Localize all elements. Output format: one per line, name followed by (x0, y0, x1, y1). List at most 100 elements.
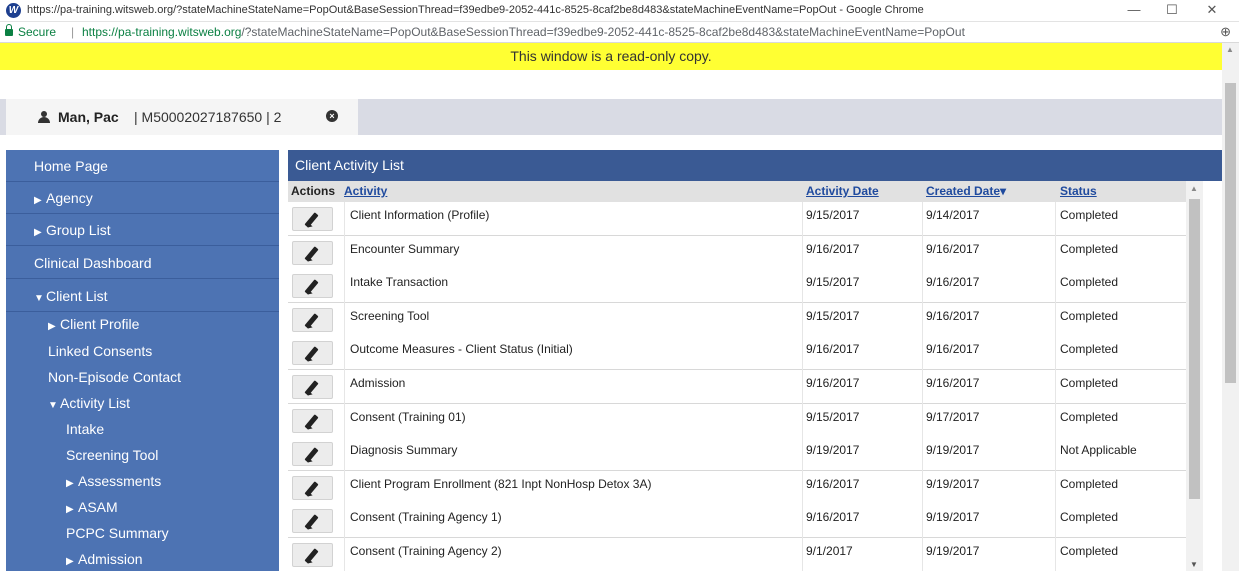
cell-divider (922, 336, 923, 371)
zoom-icon[interactable]: ⊕ (1220, 24, 1231, 40)
table-row[interactable]: Consent (Training Agency 1) 9/16/2017 9/19… (288, 504, 1188, 539)
scroll-down-icon[interactable]: ▼ (1190, 560, 1198, 569)
sidebar-item-asam[interactable]: ▶ ASAM (66, 499, 118, 515)
sort-link-activity-date[interactable]: Activity Date (806, 184, 879, 198)
sidebar-item-label: Agency (46, 190, 93, 206)
sidebar-item-label: PCPC Summary (66, 525, 169, 541)
sidebar-item-home[interactable]: Home Page (6, 150, 279, 182)
cell-status: Completed (1060, 376, 1119, 390)
table-row[interactable]: Client Information (Profile) 9/15/2017 9/1… (288, 202, 1188, 236)
cell-activity-date: 9/15/2017 (806, 275, 860, 290)
column-header-activity-date[interactable]: Activity Date (802, 181, 922, 202)
sidebar-item-label: Home Page (34, 158, 108, 174)
url-text[interactable]: https://pa-training.witsweb.org/?stateMa… (82, 25, 965, 39)
sidebar-item-label: Linked Consents (48, 343, 153, 359)
sidebar-item-assessments[interactable]: ▶ Assessments (66, 473, 161, 489)
cell-divider (344, 269, 345, 304)
sort-link-status[interactable]: Status (1060, 184, 1097, 198)
cell-divider (802, 370, 803, 404)
address-bar[interactable]: Secure | https://pa-training.witsweb.org… (0, 22, 1239, 43)
sidebar-item-screening-tool[interactable]: Screening Tool (66, 447, 158, 463)
table-row[interactable]: Encounter Summary 9/16/2017 9/16/2017 Compl… (288, 235, 1188, 270)
minimize-button[interactable]: — (1117, 0, 1151, 22)
cell-activity: Consent (Training Agency 2) (350, 544, 502, 558)
sort-link-created-date[interactable]: Created Date (926, 184, 1000, 198)
cell-status: Completed (1060, 342, 1119, 357)
cell-status: Completed (1060, 476, 1119, 491)
table-row[interactable]: Screening Tool 9/15/2017 9/16/2017 Complete… (288, 302, 1188, 337)
sidebar-item-label: Client Profile (60, 316, 140, 332)
sidebar-item-client-profile[interactable]: ▶ Client Profile (48, 316, 139, 332)
sidebar-item-clinical-dashboard[interactable]: Clinical Dashboard (6, 247, 279, 279)
column-header-activity[interactable]: Activity (344, 181, 802, 202)
cell-divider (1055, 470, 1056, 505)
edit-button[interactable] (292, 240, 333, 265)
cell-divider (344, 302, 345, 337)
column-header-status[interactable]: Status (1055, 181, 1188, 202)
pencil-tip (305, 356, 313, 364)
sidebar-item-linked-consents[interactable]: Linked Consents (48, 343, 152, 359)
edit-button[interactable] (292, 341, 333, 366)
sidebar-item-label: Group List (46, 222, 111, 238)
edit-button[interactable] (292, 207, 333, 231)
edit-button[interactable] (292, 375, 333, 399)
window-title: https://pa-training.witsweb.org/?stateMa… (27, 4, 924, 16)
sidebar-item-pcpc-summary[interactable]: PCPC Summary (66, 525, 169, 541)
cell-created-date: 9/19/2017 (926, 510, 980, 525)
edit-button[interactable] (292, 475, 333, 500)
pencil-tip (305, 524, 313, 532)
page-scroll-up-icon[interactable]: ▲ (1226, 45, 1234, 54)
cell-divider (802, 202, 803, 236)
edit-button[interactable] (292, 274, 333, 299)
window-titlebar: W https://pa-training.witsweb.org/?state… (0, 0, 1239, 22)
scroll-up-icon[interactable]: ▲ (1190, 184, 1198, 193)
maximize-button[interactable]: ☐ (1155, 0, 1189, 22)
edit-button[interactable] (292, 442, 333, 467)
table-row[interactable]: Admission 9/16/2017 9/16/2017 Completed (288, 370, 1188, 404)
grid-scrollbar[interactable]: ▲ ▼ (1186, 181, 1203, 571)
cell-divider (922, 202, 923, 236)
close-tab-icon[interactable]: × (326, 110, 338, 122)
edit-button[interactable] (292, 307, 333, 332)
sidebar-item-agency[interactable]: ▶ Agency (6, 182, 279, 214)
table-row[interactable]: Consent (Training Agency 2) 9/1/2017 9/19/… (288, 538, 1188, 571)
table-row[interactable]: Client Program Enrollment (821 Inpt NonH… (288, 470, 1188, 505)
cell-divider (802, 302, 803, 337)
cell-status: Completed (1060, 409, 1119, 424)
column-header-created-date[interactable]: Created Date▾ (922, 181, 1055, 202)
chevron-right-icon: ▶ (66, 504, 74, 515)
close-window-button[interactable]: ✕ (1195, 0, 1229, 22)
cell-created-date: 9/16/2017 (926, 241, 980, 256)
table-row[interactable]: Intake Transaction 9/15/2017 9/16/2017 Comp… (288, 269, 1188, 304)
sidebar-item-label: Client List (46, 288, 108, 304)
table-row[interactable]: Diagnosis Summary 9/19/2017 9/19/2017 Not A… (288, 437, 1188, 472)
edit-button[interactable] (292, 408, 333, 433)
table-row[interactable]: Consent (Training 01) 9/15/2017 9/17/2017 C… (288, 403, 1188, 438)
grid-scroll-thumb[interactable] (1189, 199, 1200, 499)
sidebar-item-admission[interactable]: ▶ Admission (66, 551, 143, 567)
sidebar-item-label: Assessments (78, 473, 162, 489)
page-scroll-thumb[interactable] (1225, 83, 1236, 383)
page-scrollbar[interactable]: ▲ (1222, 43, 1239, 571)
cell-created-date: 9/16/2017 (926, 275, 980, 290)
client-tab[interactable]: Man, Pac | M50002027187650 | 2 × (6, 99, 358, 135)
cell-divider (344, 470, 345, 505)
sidebar-item-intake[interactable]: Intake (66, 421, 104, 437)
cell-divider (922, 538, 923, 571)
cell-activity-date: 9/16/2017 (806, 510, 860, 525)
chevron-right-icon: ▶ (48, 321, 56, 332)
sidebar-item-group-list[interactable]: ▶ Group List (6, 214, 279, 246)
client-name: Man, Pac (58, 109, 119, 125)
sidebar-item-label: ASAM (78, 499, 118, 515)
cell-activity-date: 9/16/2017 (806, 476, 860, 491)
table-row[interactable]: Outcome Measures - Client Status (Initia… (288, 336, 1188, 371)
sort-link-activity[interactable]: Activity (344, 184, 387, 198)
edit-button[interactable] (292, 543, 333, 567)
sidebar-item-activity-list[interactable]: ▼ Activity List (48, 395, 130, 411)
edit-button[interactable] (292, 509, 333, 534)
cell-divider (1055, 235, 1056, 270)
sidebar-item-non-episode-contact[interactable]: Non-Episode Contact (48, 369, 181, 385)
cell-divider (802, 437, 803, 472)
cell-divider (922, 504, 923, 539)
sidebar-item-client-list[interactable]: ▼ Client List (6, 280, 279, 312)
